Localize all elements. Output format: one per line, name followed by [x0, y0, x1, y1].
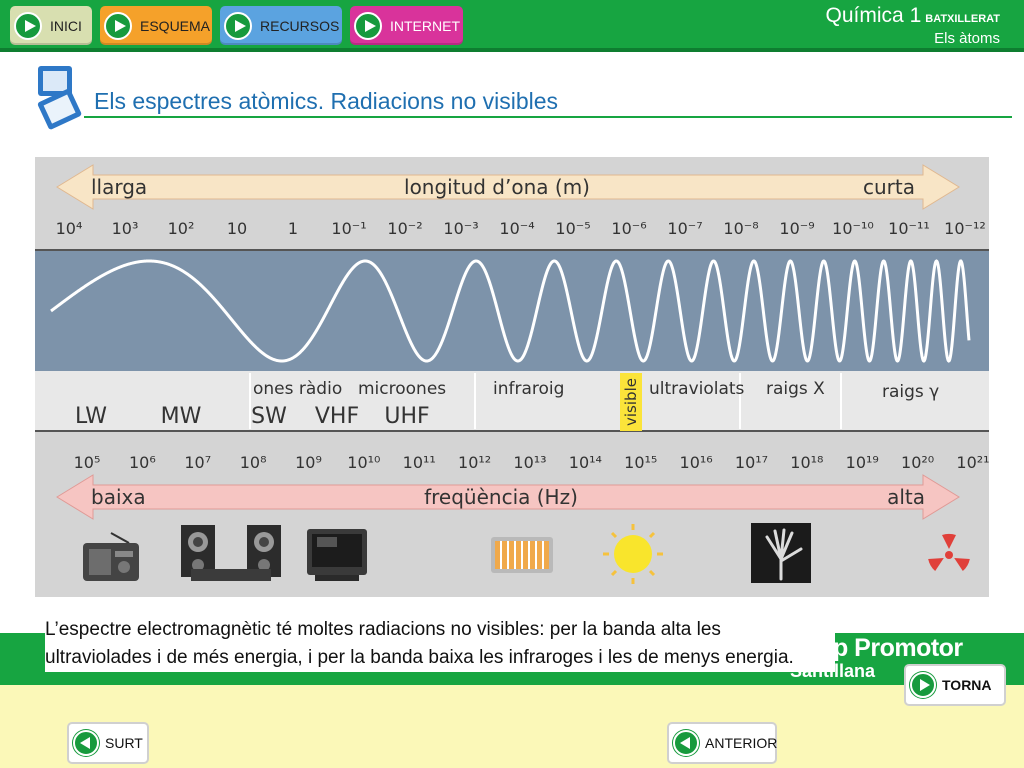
frequency-tick: 10¹⁰	[347, 453, 380, 472]
wavelength-tick: 10⁻⁴	[499, 219, 534, 238]
frequency-tick: 10⁹	[295, 453, 322, 472]
frequency-tick: 10⁶	[129, 453, 156, 472]
wavelength-tick: 10²	[168, 219, 195, 238]
frequency-tick: 10⁸	[240, 453, 267, 472]
wavelength-tick: 10⁻¹¹	[888, 219, 930, 238]
band-ones-radio: ones ràdio	[253, 379, 342, 399]
band-raigs-gamma: raigs γ	[882, 382, 939, 402]
wavelength-left-label: llarga	[91, 175, 147, 199]
surt-button[interactable]: SURT	[67, 722, 149, 764]
frequency-tick: 10¹⁴	[569, 453, 602, 472]
wavelength-tick: 10⁻⁵	[555, 219, 590, 238]
radio-band-label: MW	[161, 404, 202, 429]
band-infraroig: infraroig	[493, 379, 564, 399]
nav-inici-button[interactable]: INICI	[10, 6, 92, 45]
wavelength-tick: 10⁻³	[443, 219, 478, 238]
wavelength-tick: 10⁻²	[387, 219, 422, 238]
wavelength-tick: 10⁻¹²	[944, 219, 986, 238]
play-icon	[224, 11, 252, 40]
nav-internet-button[interactable]: INTERNET	[350, 6, 463, 45]
frequency-tick: 10¹⁶	[680, 453, 713, 472]
bottom-yellow-band	[0, 685, 1024, 768]
torna-label: TORNA	[942, 677, 992, 693]
radio-band-label: LW	[75, 404, 107, 429]
wavelength-tick: 1	[288, 219, 298, 238]
nav-recursos-label: RECURSOS	[260, 17, 340, 34]
frequency-tick: 10¹⁷	[735, 453, 768, 472]
wavelength-tick: 10⁻¹	[331, 219, 366, 238]
radio-band-label: UHF	[384, 404, 429, 429]
surt-label: SURT	[105, 735, 143, 751]
course-unit: Els àtoms	[934, 30, 1000, 47]
electromagnetic-spectrum-diagram: llarga longitud d’ona (m) curta 10⁴ 10³ 10…	[35, 157, 989, 597]
frequency-left-label: baixa	[91, 485, 146, 509]
anterior-label: ANTERIOR	[705, 735, 778, 751]
band-ultraviolats: ultraviolats	[649, 379, 745, 399]
play-icon	[14, 11, 42, 40]
wavelength-tick: 10⁻¹⁰	[832, 219, 874, 238]
television-icon	[307, 529, 367, 581]
arrow-left-icon	[673, 730, 699, 756]
frequency-tick-labels: 10⁵ 10⁶ 10⁷ 10⁸ 10⁹ 10¹⁰ 10¹¹ 10¹² 10¹³ 10¹⁴ 10¹⁵ 1…	[74, 453, 989, 472]
wavelength-tick: 10⁻⁹	[779, 219, 814, 238]
torna-button[interactable]: TORNA	[904, 664, 1006, 706]
wavelength-axis-title: longitud d’ona (m)	[404, 175, 590, 199]
slide-title: Els espectres atòmics. Radiacions no vis…	[94, 88, 559, 114]
wavelength-tick: 10⁻⁷	[667, 219, 702, 238]
frequency-tick: 10¹¹	[403, 453, 436, 472]
arrow-left-icon	[73, 730, 99, 756]
nav-recursos-button[interactable]: RECURSOS	[220, 6, 342, 45]
nav-internet-label: INTERNET	[390, 17, 460, 34]
frequency-tick: 10⁷	[184, 453, 211, 472]
course-level: BATXILLERAT	[925, 13, 1000, 25]
title-divider	[84, 116, 1012, 118]
band-microones: microones	[358, 379, 446, 399]
slide-icon	[37, 66, 82, 130]
wavelength-tick: 10³	[112, 219, 139, 238]
wavelength-tick: 10⁻⁸	[723, 219, 758, 238]
wavelength-tick: 10	[227, 219, 247, 238]
frequency-tick: 10⁵	[74, 453, 101, 472]
x-ray-hand-icon	[751, 523, 811, 583]
arrow-right-icon	[910, 672, 936, 698]
frequency-tick: 10²¹	[956, 453, 989, 472]
frequency-tick: 10¹²	[458, 453, 491, 472]
wavelength-right-label: curta	[863, 175, 915, 199]
nav-inici-label: INICI	[50, 17, 82, 34]
play-icon	[104, 11, 132, 40]
heater-icon	[491, 537, 553, 573]
wavelength-tick: 10⁻⁶	[611, 219, 646, 238]
frequency-tick: 10¹³	[513, 453, 546, 472]
radio-band-label: SW	[251, 404, 287, 429]
frequency-tick: 10¹⁵	[624, 453, 657, 472]
band-raigs-x: raigs X	[766, 379, 825, 399]
explanation-text: L’espectre electromagnètic té moltes rad…	[45, 614, 835, 672]
course-title: Química 1 BATXILLERAT	[826, 4, 1000, 28]
anterior-button[interactable]: ANTERIOR	[667, 722, 777, 764]
nav-esquema-label: ESQUEMA	[140, 17, 211, 34]
frequency-tick: 10²⁰	[901, 453, 934, 472]
frequency-right-label: alta	[887, 485, 925, 509]
nav-esquema-button[interactable]: ESQUEMA	[100, 6, 212, 45]
play-icon	[354, 11, 382, 40]
band-visible: visible	[622, 378, 640, 426]
course-name: Química 1	[825, 4, 922, 27]
wavelength-tick: 10⁴	[56, 219, 83, 238]
frequency-tick: 10¹⁹	[846, 453, 879, 472]
frequency-axis-title: freqüència (Hz)	[424, 485, 578, 509]
radio-band-label: VHF	[315, 404, 359, 429]
top-navigation-bar: INICI ESQUEMA RECURSOS INTERNET Química …	[0, 0, 1024, 52]
frequency-tick: 10¹⁸	[790, 453, 823, 472]
